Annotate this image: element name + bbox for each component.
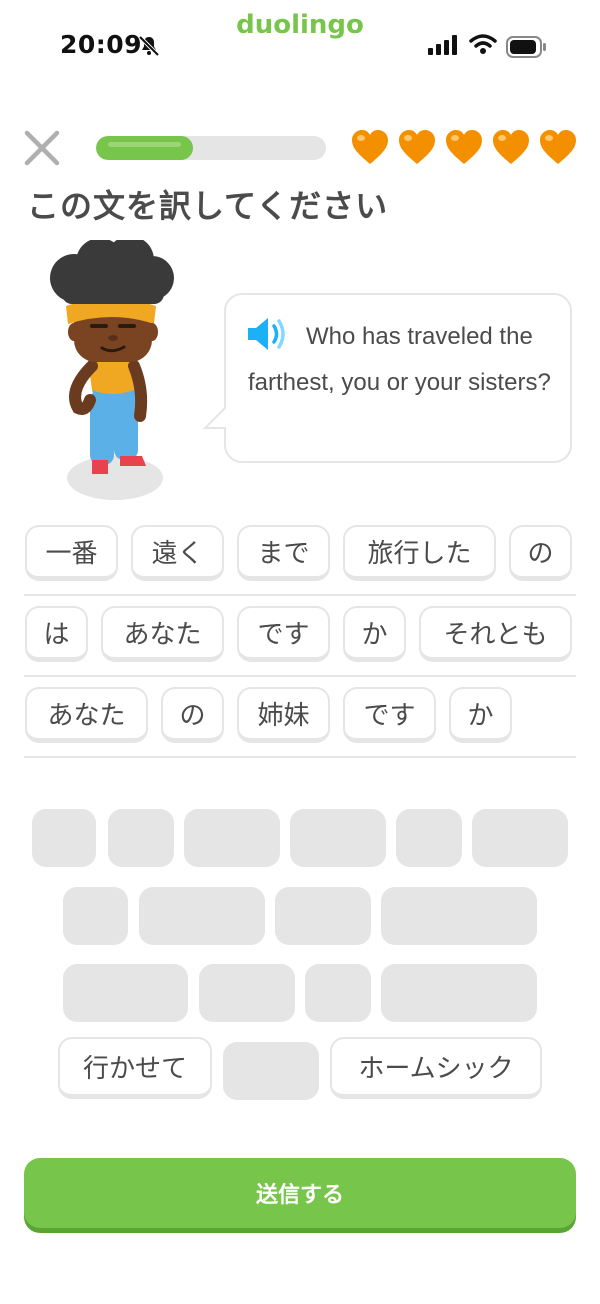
empty-word-slot <box>139 887 265 945</box>
answer-word-chip[interactable]: は <box>25 606 88 662</box>
progress-fill <box>96 136 193 160</box>
answer-word-chip[interactable]: です <box>343 687 436 743</box>
answer-word-chip[interactable]: です <box>237 606 330 662</box>
answer-word-chip[interactable]: の <box>509 525 572 581</box>
heart-icon <box>446 130 482 164</box>
answer-word-chip[interactable]: 一番 <box>25 525 118 581</box>
progress-bar <box>96 136 326 160</box>
empty-word-slot <box>305 964 371 1022</box>
empty-word-slot <box>32 809 96 867</box>
answer-word-chip[interactable]: 姉妹 <box>237 687 330 743</box>
speaker-icon[interactable] <box>246 316 288 352</box>
empty-word-slot <box>381 964 537 1022</box>
heart-icon <box>399 130 435 164</box>
heart-icon <box>540 130 576 164</box>
empty-word-slot <box>63 887 128 945</box>
empty-word-slot <box>290 809 386 867</box>
empty-word-slot <box>108 809 174 867</box>
answer-line <box>24 594 576 596</box>
empty-word-slot <box>275 887 371 945</box>
heart-icon <box>493 130 529 164</box>
empty-word-slot <box>63 964 188 1022</box>
empty-word-slot <box>381 887 537 945</box>
page-title: この文を訳してください <box>27 187 389 225</box>
answer-word-chip[interactable]: あなた <box>101 606 224 662</box>
speech-bubble-tail <box>203 404 229 430</box>
answer-line <box>24 675 576 677</box>
submit-button[interactable]: 送信する <box>24 1158 576 1228</box>
empty-word-slot <box>199 964 295 1022</box>
answer-word-chip[interactable]: か <box>449 687 512 743</box>
wifi-icon <box>469 34 497 54</box>
heart-icon <box>352 130 388 164</box>
close-icon[interactable] <box>22 128 62 168</box>
answer-word-chip[interactable]: の <box>161 687 224 743</box>
empty-word-slot <box>184 809 280 867</box>
signal-icon <box>428 35 457 55</box>
answer-line <box>24 756 576 758</box>
answer-word-chip[interactable]: 旅行した <box>343 525 496 581</box>
character-illustration <box>50 240 174 500</box>
word-bank-chip[interactable]: 行かせて <box>58 1037 212 1099</box>
battery-icon <box>506 36 546 58</box>
hearts <box>350 128 578 166</box>
sentence-text: Who has traveled the farthest, you or yo… <box>248 323 551 396</box>
answer-word-chip[interactable]: 遠く <box>131 525 224 581</box>
empty-word-slot <box>223 1042 319 1100</box>
answer-word-chip[interactable]: あなた <box>25 687 148 743</box>
answer-word-chip[interactable]: それとも <box>419 606 572 662</box>
answer-word-chip[interactable]: か <box>343 606 406 662</box>
empty-word-slot <box>472 809 568 867</box>
answer-word-chip[interactable]: まで <box>237 525 330 581</box>
word-bank-chip[interactable]: ホームシック <box>330 1037 542 1099</box>
empty-word-slot <box>396 809 462 867</box>
